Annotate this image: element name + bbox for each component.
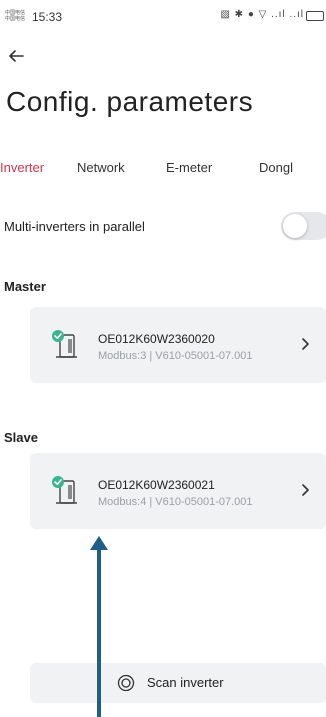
parallel-toggle[interactable]: [281, 212, 326, 240]
tab-bar: Inverter Network E-meter Dongl: [0, 160, 326, 182]
status-bar: 中国电信 中国电信 15:33 ▧ ✱ ● ▽ ..ıl ..ıl: [0, 0, 326, 34]
inverter-connected-icon: [52, 330, 77, 358]
slave-inverter-card[interactable]: OE012K60W2360021 Modbus:4 | V610-05001-0…: [30, 453, 326, 529]
chevron-right-icon: [302, 338, 309, 350]
toggle-knob: [283, 214, 307, 238]
status-icons: ▧ ✱ ● ▽ ..ıl ..ıl: [220, 9, 304, 20]
slave-serial: OE012K60W2360021: [98, 478, 215, 492]
tab-e-meter[interactable]: E-meter: [166, 160, 212, 175]
carrier-label: 中国电信 中国电信: [5, 10, 25, 22]
master-section-label: Master: [4, 279, 46, 294]
slave-section-label: Slave: [4, 430, 38, 445]
master-inverter-card[interactable]: OE012K60W2360020 Modbus:3 | V610-05001-0…: [30, 307, 326, 383]
parallel-row: Multi-inverters in parallel: [0, 212, 326, 242]
annotation-arrow-up-icon: [90, 536, 108, 717]
scan-inverter-label: Scan inverter: [147, 675, 224, 690]
master-serial: OE012K60W2360020: [98, 332, 215, 346]
page-title: Config. parameters: [6, 86, 254, 117]
slave-meta: Modbus:4 | V610-05001-07.001: [98, 496, 253, 508]
carrier-line-2: 中国电信: [5, 16, 26, 22]
parallel-label: Multi-inverters in parallel: [4, 219, 145, 234]
tab-inverter[interactable]: Inverter: [0, 160, 44, 175]
inverter-connected-icon: [52, 476, 77, 504]
scan-inverter-button[interactable]: Scan inverter: [30, 663, 326, 703]
status-time: 15:33: [32, 10, 63, 24]
battery-icon: [306, 11, 324, 21]
back-arrow-icon[interactable]: [4, 44, 28, 68]
master-meta: Modbus:3 | V610-05001-07.001: [98, 350, 253, 362]
tab-dongle[interactable]: Dongl: [259, 160, 293, 175]
tab-network[interactable]: Network: [77, 160, 125, 175]
chevron-right-icon: [302, 484, 309, 496]
scan-icon: [117, 674, 135, 692]
